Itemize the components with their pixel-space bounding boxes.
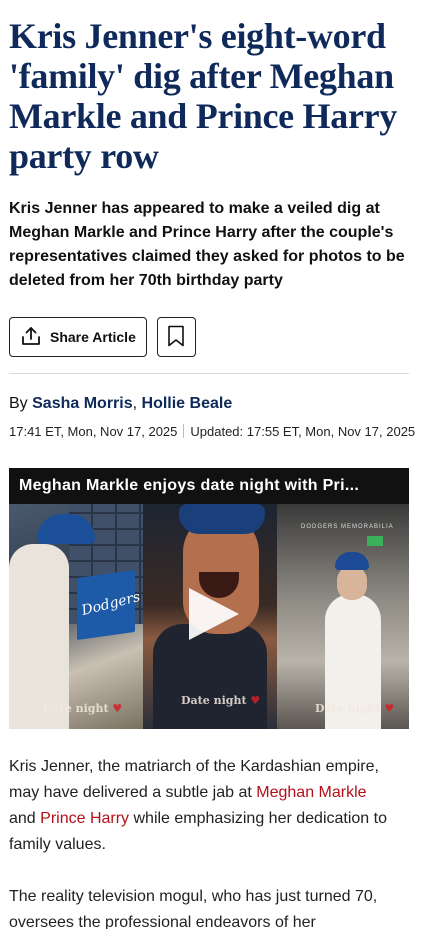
cap xyxy=(335,552,369,570)
video-title: Meghan Markle enjoys date night with Pri… xyxy=(9,468,409,504)
meghan-markle-link[interactable]: Meghan Markle xyxy=(256,784,366,801)
video-frame-3: DODGERS MEMORABILIA Date night ♥ xyxy=(277,504,409,729)
caption-text: Date night xyxy=(315,702,381,715)
heart-icon: ♥ xyxy=(250,694,261,707)
video-caption-2: Date night ♥ xyxy=(181,694,260,707)
author-link-1[interactable]: Sasha Morris xyxy=(32,395,132,412)
share-article-label: Share Article xyxy=(50,329,136,345)
video-frame-1: Dodgers Date night ♥ xyxy=(9,504,143,729)
video-caption-3: Date night ♥ xyxy=(315,702,394,715)
article-paragraph-1: Kris Jenner, the matriarch of the Kardas… xyxy=(0,754,428,858)
article-paragraph-2: The reality television mogul, who has ju… xyxy=(9,888,378,929)
heart-icon: ♥ xyxy=(384,702,395,715)
article-dates: 17:41 ET, Mon, Nov 17, 2025 Updated: 17:5… xyxy=(0,414,428,441)
caption-text: Date night xyxy=(43,702,109,715)
published-date: 17:41 ET, Mon, Nov 17, 2025 xyxy=(9,424,178,439)
date-separator xyxy=(183,424,185,438)
byline: By Sasha Morris, Hollie Beale xyxy=(0,374,428,414)
wall-sign-text: DODGERS MEMORABILIA xyxy=(301,524,394,530)
article-headline: Kris Jenner's eight-word 'family' dig af… xyxy=(9,16,398,176)
share-upload-icon xyxy=(20,325,42,350)
bookmark-icon xyxy=(167,325,185,350)
video-caption-1: Date night ♥ xyxy=(43,702,122,715)
prince-harry-link[interactable]: Prince Harry xyxy=(40,810,129,827)
person-face xyxy=(337,566,367,600)
play-icon[interactable] xyxy=(189,588,239,640)
share-article-button[interactable]: Share Article xyxy=(9,317,147,357)
caption-text: Date night xyxy=(181,694,247,707)
article-page: Kris Jenner's eight-word 'family' dig af… xyxy=(0,0,428,929)
video-player[interactable]: Dodgers Date night ♥ Date night ♥ DODGER… xyxy=(9,468,409,729)
byline-prefix: By xyxy=(9,395,28,412)
author-link-2[interactable]: Hollie Beale xyxy=(142,395,233,412)
paragraph-text: and xyxy=(9,810,41,827)
article-actions: Share Article xyxy=(0,293,428,357)
cap xyxy=(179,504,265,534)
exit-sign xyxy=(367,536,383,546)
byline-separator: , xyxy=(132,395,138,412)
bookmark-button[interactable] xyxy=(156,317,196,357)
updated-date: Updated: 17:55 ET, Mon, Nov 17, 2025 xyxy=(190,424,416,439)
article-standfirst: Kris Jenner has appeared to make a veile… xyxy=(9,200,405,289)
heart-icon: ♥ xyxy=(112,702,123,715)
